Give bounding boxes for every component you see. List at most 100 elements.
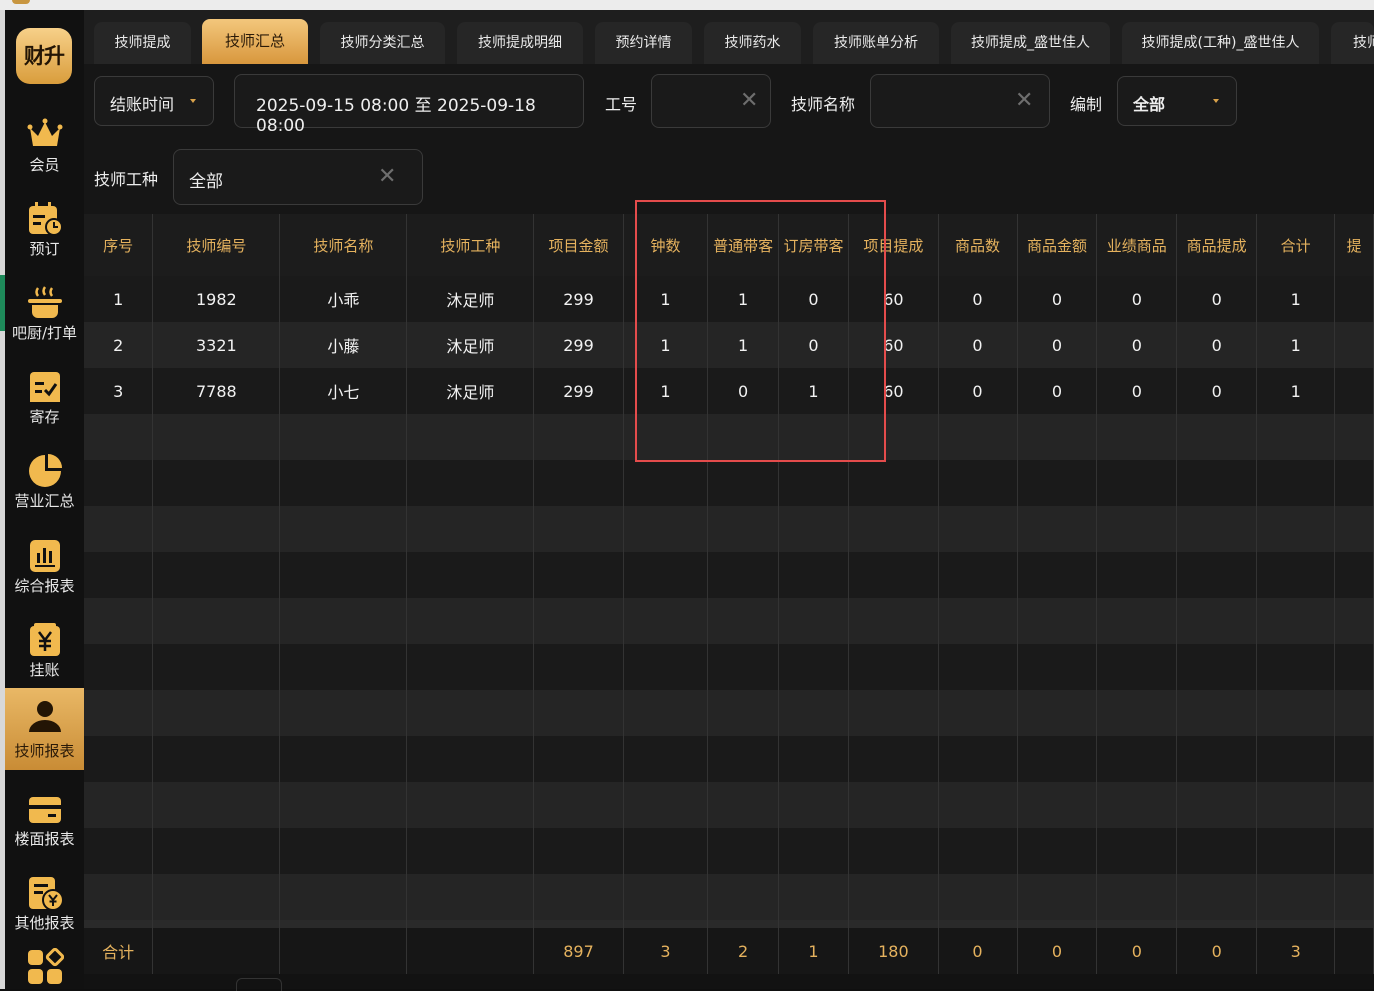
table-cell	[1256, 460, 1336, 506]
column-header[interactable]: 商品提成	[1176, 214, 1258, 276]
table-cell: 0	[1176, 368, 1258, 414]
column-header[interactable]: 技师工种	[406, 214, 535, 276]
sidebar-item-kitchen[interactable]: 吧厨/打单	[5, 278, 84, 348]
filter-bar: 结账时间 2025-09-15 08:00 至 2025-09-18 08:00…	[84, 64, 1374, 214]
table-cell	[848, 828, 939, 874]
tab-bill-analysis[interactable]: 技师账单分析	[813, 22, 939, 64]
table-cell	[84, 506, 154, 552]
sidebar-item-label: 预订	[29, 240, 60, 258]
table-cell	[279, 506, 408, 552]
sidebar-item-storage[interactable]: 寄存	[5, 362, 84, 432]
column-header[interactable]: 技师编号	[152, 214, 281, 276]
sidebar-item-member[interactable]: 会员	[5, 110, 84, 180]
table-row[interactable]	[84, 690, 1374, 736]
tab-more[interactable]: 技师	[1331, 22, 1374, 64]
column-header[interactable]: 序号	[84, 214, 154, 276]
table-cell	[1334, 552, 1374, 598]
yen-report-icon	[29, 877, 64, 911]
table-cell: 0	[1017, 928, 1098, 974]
table-row[interactable]	[84, 644, 1374, 690]
tab-commission-worktype-ssjr[interactable]: 技师提成(工种)_盛世佳人	[1122, 22, 1319, 64]
work-type-input[interactable]: 全部 ✕	[173, 149, 423, 205]
time-type-select[interactable]: 结账时间	[94, 76, 214, 126]
column-header[interactable]: 商品金额	[1017, 214, 1098, 276]
table-cell: 2	[84, 322, 154, 368]
table-cell	[1256, 552, 1336, 598]
column-header[interactable]: 合计	[1256, 214, 1336, 276]
sidebar-item-credit[interactable]: 挂账	[5, 615, 84, 685]
table-cell	[707, 552, 779, 598]
table-cell: 7788	[152, 368, 281, 414]
tab-commission-ssjr[interactable]: 技师提成_盛世佳人	[951, 22, 1110, 64]
tab-technician-potion[interactable]: 技师药水	[704, 22, 801, 64]
staff-no-input[interactable]: ✕	[651, 74, 771, 128]
tab-commission-detail[interactable]: 技师提成明细	[457, 22, 583, 64]
work-type-value: 全部	[189, 172, 223, 192]
bottom-scrollbar[interactable]	[84, 974, 1374, 991]
org-select[interactable]: 全部	[1117, 76, 1237, 126]
column-header[interactable]: 项目金额	[533, 214, 624, 276]
crown-icon	[27, 118, 63, 146]
separator-cell	[1256, 920, 1336, 928]
tab-category-summary[interactable]: 技师分类汇总	[320, 22, 445, 64]
table-cell	[406, 828, 535, 874]
tab-commission[interactable]: 技师提成	[94, 22, 191, 64]
sidebar-item-apps[interactable]	[5, 944, 84, 989]
table-cell	[279, 828, 408, 874]
app-logo: 财升	[16, 28, 72, 84]
totals-row[interactable]: 合计 897 3 2 1 180 0 0 0 0 3	[84, 928, 1374, 974]
date-range-picker[interactable]: 2025-09-15 08:00 至 2025-09-18 08:00	[234, 74, 584, 136]
tab-technician-summary[interactable]: 技师汇总	[202, 19, 308, 64]
table-row[interactable]	[84, 782, 1374, 828]
table-cell	[707, 690, 779, 736]
sidebar-item-booking[interactable]: 预订	[5, 194, 84, 264]
table-cell	[707, 736, 779, 782]
table-row[interactable]	[84, 736, 1374, 782]
table-cell: 0	[938, 276, 1018, 322]
sidebar-item-business-summary[interactable]: 营业汇总	[5, 446, 84, 516]
table-cell	[778, 598, 850, 644]
table-row[interactable]	[84, 552, 1374, 598]
table-cell	[279, 552, 408, 598]
clear-icon[interactable]: ✕	[1015, 90, 1033, 112]
sidebar-item-overall-report[interactable]: 综合报表	[5, 531, 84, 601]
table-row[interactable]	[84, 506, 1374, 552]
table-cell	[848, 644, 939, 690]
table-row[interactable]	[84, 598, 1374, 644]
table-row[interactable]	[84, 828, 1374, 874]
table-row[interactable]	[84, 460, 1374, 506]
separator-cell	[84, 920, 154, 928]
sidebar-item-floor-report[interactable]: 楼面报表	[5, 784, 84, 854]
sidebar-item-label: 会员	[29, 156, 60, 174]
column-header[interactable]: 提	[1334, 214, 1374, 276]
sidebar-item-technician-report[interactable]: 技师报表	[5, 688, 84, 770]
staff-name-input[interactable]: ✕	[870, 74, 1050, 128]
table-row[interactable]	[84, 874, 1374, 920]
column-header[interactable]: 商品数	[938, 214, 1018, 276]
table-cell	[84, 414, 154, 460]
table-cell	[152, 928, 281, 974]
sidebar-item-label: 寄存	[29, 408, 60, 426]
table-cell	[1256, 782, 1336, 828]
separator-cell	[623, 920, 709, 928]
table-cell	[533, 736, 624, 782]
table-cell	[533, 414, 624, 460]
table-cell	[152, 644, 281, 690]
table-cell	[406, 506, 535, 552]
table-cell	[1176, 506, 1258, 552]
table-cell	[1334, 460, 1374, 506]
column-header[interactable]: 业绩商品	[1096, 214, 1178, 276]
table-cell: 1982	[152, 276, 281, 322]
clear-icon[interactable]: ✕	[740, 90, 758, 112]
table-cell	[848, 782, 939, 828]
scroll-knob[interactable]	[236, 978, 282, 991]
sidebar-item-other-report[interactable]: 其他报表	[5, 868, 84, 938]
table-cell	[406, 928, 535, 974]
column-header[interactable]: 技师名称	[279, 214, 408, 276]
separator-cell	[1176, 920, 1258, 928]
table-cell: 3	[623, 928, 709, 974]
table-cell	[707, 506, 779, 552]
clear-icon[interactable]: ✕	[378, 166, 396, 188]
tab-booking-detail[interactable]: 预约详情	[595, 22, 692, 64]
table-cell	[938, 690, 1018, 736]
